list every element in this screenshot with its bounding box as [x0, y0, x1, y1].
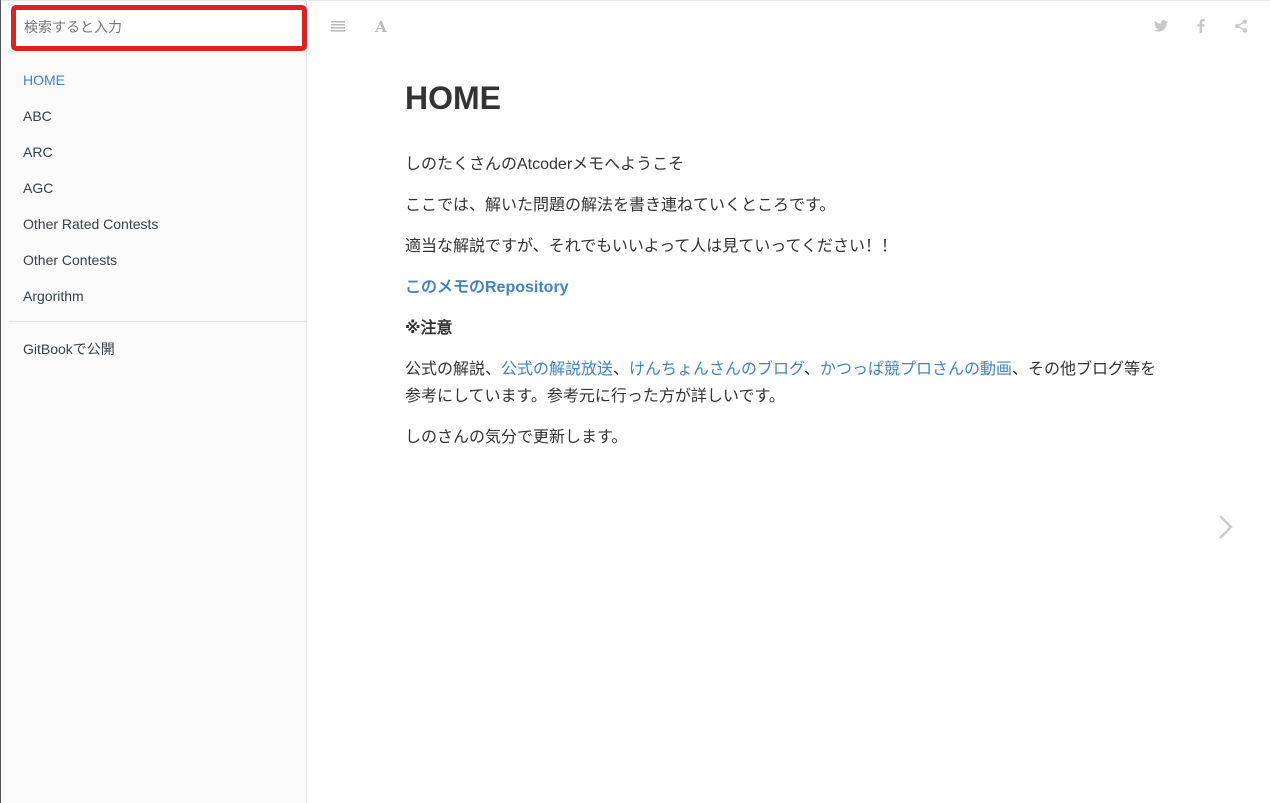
kenchon-blog-link[interactable]: けんちょんさんのブログ — [629, 361, 804, 378]
references-separator: 、 — [803, 361, 820, 378]
references-prefix: 公式の解説、 — [405, 361, 502, 378]
svg-text:A: A — [374, 18, 387, 34]
facebook-icon[interactable] — [1189, 14, 1213, 38]
repository-link[interactable]: このメモのRepository — [405, 279, 569, 296]
sidebar-item-abc[interactable]: ABC — [1, 98, 306, 134]
menu-icon[interactable] — [326, 14, 350, 38]
page-content: HOME しのたくさんのAtcoderメモへようこそ ここでは、解いた問題の解法… — [405, 78, 1185, 451]
note-heading: ※注意 — [405, 320, 453, 337]
repository-paragraph: このメモのRepository — [405, 274, 1185, 301]
share-icon[interactable] — [1229, 14, 1253, 38]
official-broadcast-link[interactable]: 公式の解説放送 — [501, 361, 613, 378]
sidebar-item-arc[interactable]: ARC — [1, 134, 306, 170]
sidebar: HOME ABC ARC AGC Other Rated Contests Ot… — [1, 1, 307, 803]
disclaimer-text: 適当な解説ですが、それでもいいよって人は見ていってください！！ — [405, 238, 898, 255]
sidebar-item-agc[interactable]: AGC — [1, 170, 306, 206]
sidebar-item-other-contests[interactable]: Other Contests — [1, 242, 306, 278]
references-separator: 、 — [613, 361, 630, 378]
sidebar-footer: GitBookで公開 — [1, 331, 306, 367]
page-title: HOME — [405, 80, 501, 116]
katsuppa-video-link[interactable]: かつっぱ競プロさんの動画 — [820, 361, 1012, 378]
font-settings-icon[interactable]: A — [369, 14, 393, 38]
sidebar-divider — [9, 321, 306, 322]
references-paragraph: 公式の解説、公式の解説放送、けんちょんさんのブログ、かつっぱ競プロさんの動画、そ… — [405, 356, 1185, 410]
chevron-right-icon[interactable] — [1212, 512, 1238, 542]
update-note: しのさんの気分で更新します。 — [405, 429, 628, 446]
sidebar-item-other-rated-contests[interactable]: Other Rated Contests — [1, 206, 306, 242]
sidebar-nav: HOME ABC ARC AGC Other Rated Contests Ot… — [1, 62, 306, 314]
twitter-icon[interactable] — [1149, 14, 1173, 38]
intro-text: ここでは、解いた問題の解法を書き連ねていくところです。 — [405, 197, 836, 214]
sidebar-item-argorithm[interactable]: Argorithm — [1, 278, 306, 314]
search-input[interactable] — [24, 14, 294, 40]
search-box-highlighted — [11, 5, 307, 51]
references-line2: 参考にしています。参考元に行った方が詳しいです。 — [405, 388, 785, 405]
welcome-text: しのたくさんのAtcoderメモへようこそ — [405, 156, 685, 173]
gitbook-page: HOME ABC ARC AGC Other Rated Contests Ot… — [0, 0, 1270, 803]
gitbook-publish-link[interactable]: GitBookで公開 — [1, 331, 306, 367]
window-left-edge — [0, 0, 1, 803]
references-suffix: 、その他ブログ等を — [1011, 361, 1156, 378]
sidebar-item-home[interactable]: HOME — [1, 62, 306, 98]
